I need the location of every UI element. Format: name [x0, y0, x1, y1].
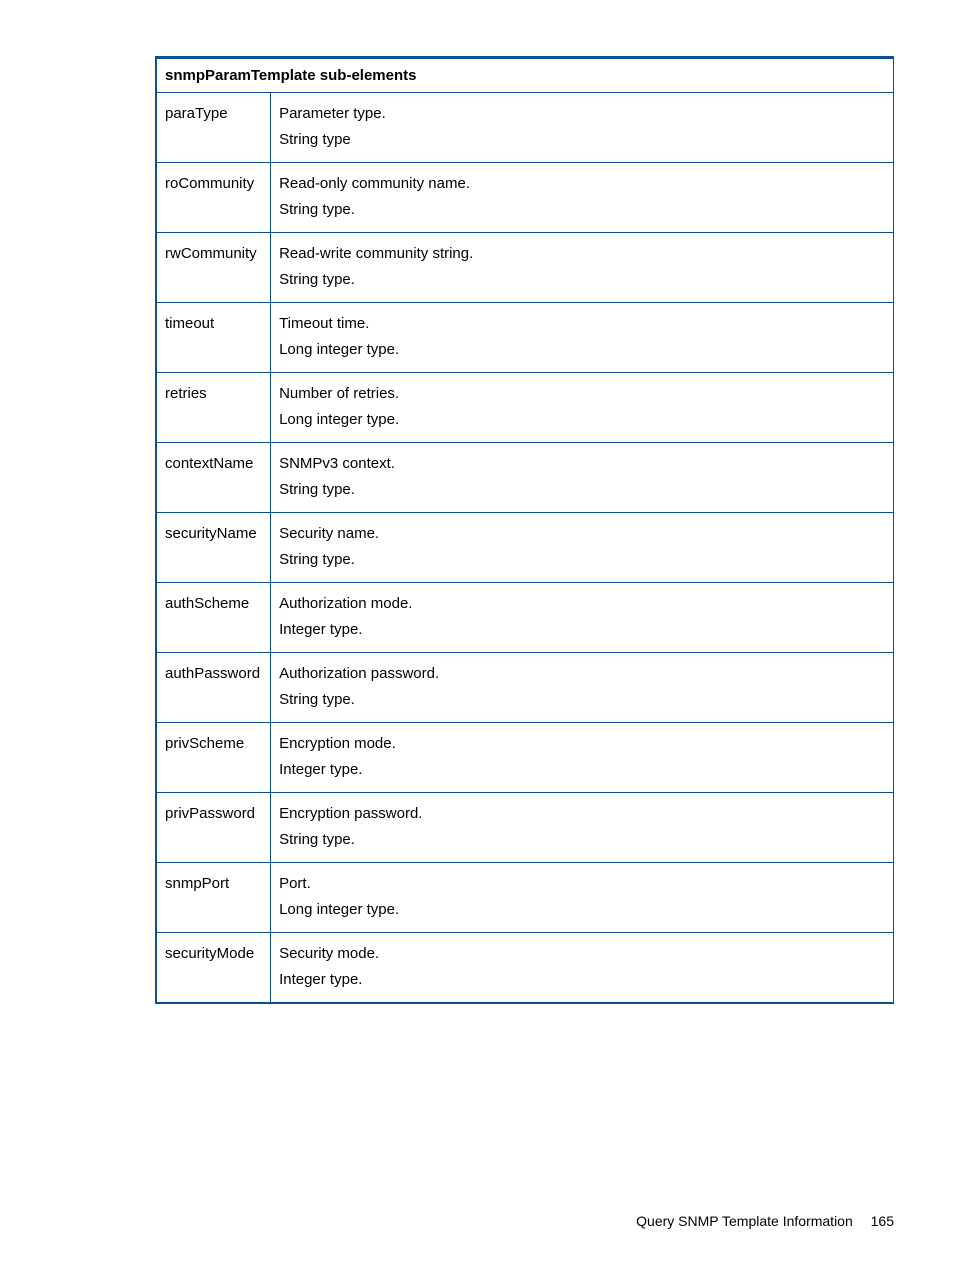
element-desc-line2: String type.: [279, 687, 883, 713]
element-desc-line2: String type.: [279, 477, 883, 503]
element-desc-cell: Read-only community name.String type.: [271, 163, 894, 233]
element-name-cell: authPassword: [156, 653, 271, 723]
element-desc-cell: Authorization mode.Integer type.: [271, 583, 894, 653]
element-desc-line2: Long integer type.: [279, 337, 883, 363]
table-row: privPasswordEncryption password.String t…: [156, 793, 894, 863]
table-row: securityModeSecurity mode.Integer type.: [156, 933, 894, 1004]
table-row: rwCommunityRead-write community string.S…: [156, 233, 894, 303]
page-number: 165: [871, 1213, 894, 1229]
element-name-cell: authScheme: [156, 583, 271, 653]
footer-title: Query SNMP Template Information: [636, 1213, 853, 1229]
element-desc-cell: Security mode.Integer type.: [271, 933, 894, 1004]
element-desc-line2: String type.: [279, 197, 883, 223]
element-desc-line2: String type: [279, 127, 883, 153]
document-page: snmpParamTemplate sub-elements paraTypeP…: [0, 0, 954, 1004]
element-name-cell: retries: [156, 373, 271, 443]
element-desc-line1: Read-only community name.: [279, 171, 883, 197]
element-desc-cell: Parameter type.String type: [271, 93, 894, 163]
element-desc-line1: Authorization mode.: [279, 591, 883, 617]
element-name-cell: privPassword: [156, 793, 271, 863]
table-row: authPasswordAuthorization password.Strin…: [156, 653, 894, 723]
element-desc-cell: Number of retries.Long integer type.: [271, 373, 894, 443]
element-name-cell: privScheme: [156, 723, 271, 793]
element-desc-cell: Encryption mode.Integer type.: [271, 723, 894, 793]
table-row: snmpPortPort.Long integer type.: [156, 863, 894, 933]
table-header: snmpParamTemplate sub-elements: [156, 58, 894, 93]
table-row: retriesNumber of retries.Long integer ty…: [156, 373, 894, 443]
element-desc-line2: String type.: [279, 547, 883, 573]
element-name-cell: contextName: [156, 443, 271, 513]
element-desc-cell: Read-write community string.String type.: [271, 233, 894, 303]
element-desc-line2: Integer type.: [279, 617, 883, 643]
element-desc-line1: Read-write community string.: [279, 241, 883, 267]
table-row: roCommunityRead-only community name.Stri…: [156, 163, 894, 233]
element-desc-line1: Encryption mode.: [279, 731, 883, 757]
element-desc-cell: Security name.String type.: [271, 513, 894, 583]
element-name-cell: securityMode: [156, 933, 271, 1004]
page-footer: Query SNMP Template Information 165: [636, 1213, 894, 1229]
element-desc-line1: Parameter type.: [279, 101, 883, 127]
element-desc-line2: String type.: [279, 267, 883, 293]
element-desc-line2: Long integer type.: [279, 897, 883, 923]
element-desc-cell: Authorization password.String type.: [271, 653, 894, 723]
element-desc-line1: Authorization password.: [279, 661, 883, 687]
subelements-table: snmpParamTemplate sub-elements paraTypeP…: [155, 56, 894, 1004]
element-desc-cell: Timeout time.Long integer type.: [271, 303, 894, 373]
element-name-cell: paraType: [156, 93, 271, 163]
element-desc-line2: Integer type.: [279, 757, 883, 783]
element-desc-line1: Port.: [279, 871, 883, 897]
table-row: securityNameSecurity name.String type.: [156, 513, 894, 583]
table-row: timeoutTimeout time.Long integer type.: [156, 303, 894, 373]
element-desc-line1: Number of retries.: [279, 381, 883, 407]
element-desc-line1: Encryption password.: [279, 801, 883, 827]
element-desc-line2: Long integer type.: [279, 407, 883, 433]
element-desc-cell: Port.Long integer type.: [271, 863, 894, 933]
element-desc-line1: SNMPv3 context.: [279, 451, 883, 477]
element-desc-line1: Security name.: [279, 521, 883, 547]
element-desc-line1: Security mode.: [279, 941, 883, 967]
table-row: contextNameSNMPv3 context.String type.: [156, 443, 894, 513]
element-desc-line1: Timeout time.: [279, 311, 883, 337]
table-row: paraTypeParameter type.String type: [156, 93, 894, 163]
element-desc-line2: Integer type.: [279, 967, 883, 993]
table-row: privSchemeEncryption mode.Integer type.: [156, 723, 894, 793]
element-name-cell: snmpPort: [156, 863, 271, 933]
element-desc-cell: Encryption password.String type.: [271, 793, 894, 863]
element-name-cell: roCommunity: [156, 163, 271, 233]
element-desc-cell: SNMPv3 context.String type.: [271, 443, 894, 513]
element-name-cell: rwCommunity: [156, 233, 271, 303]
element-name-cell: securityName: [156, 513, 271, 583]
table-row: authSchemeAuthorization mode.Integer typ…: [156, 583, 894, 653]
element-name-cell: timeout: [156, 303, 271, 373]
element-desc-line2: String type.: [279, 827, 883, 853]
